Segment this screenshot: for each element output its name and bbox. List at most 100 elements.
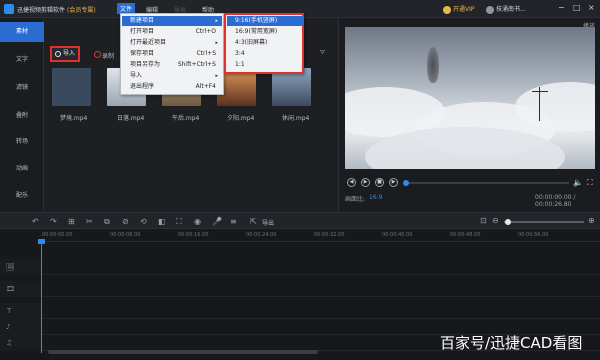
maximize-icon[interactable]: □ xyxy=(573,3,581,12)
zoom-in-icon[interactable]: ⊕ xyxy=(588,216,595,225)
power-tower xyxy=(539,87,540,121)
fit-timeline-icon[interactable]: ⊡ xyxy=(480,216,487,225)
watermark: 百家号/迅捷CAD看图 xyxy=(440,334,583,352)
media-thumbnail[interactable] xyxy=(52,68,91,106)
minimize-icon[interactable]: − xyxy=(558,3,565,12)
submenu-item-9-16[interactable]: 9:16(手机竖屏) xyxy=(227,16,303,26)
menu-item-label: 退出程序 xyxy=(130,83,155,90)
image-track-icon: 🖼 xyxy=(6,263,15,271)
sound-track-icon: ♫ xyxy=(6,339,13,347)
export-icon[interactable]: ⇱ xyxy=(250,217,257,226)
user-account[interactable]: 技涌南书... xyxy=(486,4,526,14)
menu-item-shortcut: Ctrl+S xyxy=(196,50,216,57)
track-header: ♪ xyxy=(0,319,42,335)
timeline-scrollbar[interactable] xyxy=(48,350,318,354)
settings-list-icon[interactable]: ≡ xyxy=(230,217,237,226)
record-screen-icon[interactable]: ◉ xyxy=(194,217,201,226)
submenu-item-1-1[interactable]: 1:1 xyxy=(227,60,303,70)
close-icon[interactable]: × xyxy=(588,3,595,12)
power-tower-arm xyxy=(532,91,548,92)
ruler-tick-label: 00:00:32.00 xyxy=(314,232,345,238)
menu-item-open-project[interactable]: 打开项目 Ctrl+O xyxy=(122,27,222,37)
text-track-icon: T xyxy=(7,307,12,315)
menu-item-label: 打开最近项目 xyxy=(130,39,167,46)
zoom-slider[interactable] xyxy=(504,221,584,223)
ruler-tick-label: 00:00:08.00 xyxy=(110,232,141,238)
sidebar-item-animation[interactable]: 动画 xyxy=(0,159,44,179)
rotate-icon[interactable]: ⟲ xyxy=(140,217,147,226)
submenu-arrow-icon: ▸ xyxy=(215,73,218,79)
copy-icon[interactable]: ⧉ xyxy=(104,217,110,227)
next-frame-button[interactable]: ▶ xyxy=(389,178,398,187)
sidebar-item-text[interactable]: 文字 xyxy=(0,50,44,70)
submenu-item-4-3[interactable]: 4:3(旧屏幕) xyxy=(227,38,303,48)
fit-icon[interactable]: ⛶ xyxy=(176,217,182,227)
scissors-icon[interactable]: ✂ xyxy=(86,217,93,226)
media-file-name: 休闲.mp4 xyxy=(282,115,310,122)
file-menu: 新建项目 ▸ 打开项目 Ctrl+O 打开最近项目 ▸ 保存项目 Ctrl+S 项目另存… xyxy=(120,13,224,95)
film-track-icon: 🎞 xyxy=(6,285,15,293)
delete-icon[interactable]: ⊘ xyxy=(122,217,129,226)
volume-icon[interactable]: 🔈 xyxy=(573,178,583,187)
media-file-name: 梦境.mp4 xyxy=(60,115,88,122)
submenu-item-3-4[interactable]: 3:4 xyxy=(227,49,303,59)
edit-toolbar: ↶ ↷ ⊞ ✂ ⧉ ⊘ ⟲ ◧ ⛶ ◉ 🎤 ≡ ⇱ 导出 ⊡ ⊖ ⊕ xyxy=(0,212,600,229)
ruler-tick-label: 00:00:48.00 xyxy=(450,232,481,238)
app-name: 迅捷视频剪辑软件 xyxy=(17,7,66,14)
sidebar-item-overlay[interactable]: 叠附 xyxy=(0,106,44,126)
ruler-tick-label: 00:00:24.00 xyxy=(246,232,277,238)
export-button[interactable]: 导出 xyxy=(262,218,274,227)
record-label[interactable]: 录制 xyxy=(102,51,114,60)
playback-progress-handle[interactable] xyxy=(403,180,409,186)
preview-video[interactable] xyxy=(345,27,595,169)
ruler-tick-label: 00:00:56.00 xyxy=(518,232,549,238)
aspect-ratio-value[interactable]: 16:9 xyxy=(369,194,382,201)
video-track[interactable]: 🎞 xyxy=(0,281,600,297)
playhead[interactable] xyxy=(41,241,42,353)
ruler-tick-label: 00:00:16.00 xyxy=(178,232,209,238)
submenu-arrow-icon: ▸ xyxy=(215,40,218,46)
timeline-ruler[interactable]: 00:00:00.00 00:00:08.00 00:00:16.00 00:0… xyxy=(42,229,600,242)
grid-icon[interactable]: ⊞ xyxy=(68,217,75,226)
submenu-item-16-9[interactable]: 16:9(常用宽屏) xyxy=(227,27,303,37)
menu-item-import[interactable]: 导入 ▸ xyxy=(122,71,222,81)
app-title: 迅捷视频剪辑软件 (会员专属) xyxy=(17,5,96,14)
menu-item-new-project[interactable]: 新建项目 ▸ xyxy=(122,16,222,26)
import-icon xyxy=(55,50,61,57)
fullscreen-icon[interactable]: ⛶ xyxy=(587,178,593,188)
sidebar-item-filter[interactable]: 滤镜 xyxy=(0,78,44,98)
preview-panel: 播放预览 ◀ ▶ ■ ▶ 🔈 ⛶ 画面比: 16:9 00:00:00.00 /… xyxy=(338,18,600,212)
avatar xyxy=(486,5,494,14)
menu-item-save-as[interactable]: 项目另存为 Shift+Ctrl+S xyxy=(122,60,222,70)
smoke-plume xyxy=(427,47,439,83)
sidebar-item-transition[interactable]: 转场 xyxy=(0,132,44,152)
import-button[interactable]: 导入 xyxy=(50,46,80,62)
redo-icon[interactable]: ↷ xyxy=(50,217,57,226)
sidebar-item-music[interactable]: 配乐 xyxy=(0,186,44,206)
zoom-slider-handle[interactable] xyxy=(505,219,511,225)
playback-progress-bar[interactable] xyxy=(405,182,569,184)
menu-item-recent-projects[interactable]: 打开最近项目 ▸ xyxy=(122,38,222,48)
menu-item-save-project[interactable]: 保存项目 Ctrl+S xyxy=(122,49,222,59)
sidebar: 素材 文字 滤镜 叠附 转场 动画 配乐 xyxy=(0,18,44,212)
crop-icon[interactable]: ◧ xyxy=(158,217,166,226)
menu-item-exit[interactable]: 退出程序 Alt+F4 xyxy=(122,82,222,92)
zoom-out-icon[interactable]: ⊖ xyxy=(492,216,499,225)
text-track[interactable]: T xyxy=(0,303,600,319)
member-badge: (会员专属) xyxy=(67,7,96,14)
sidebar-item-material[interactable]: 素材 xyxy=(0,22,44,42)
ruler-tick-label: 00:00:00.00 xyxy=(42,232,73,238)
vip-button[interactable]: 开通VIP xyxy=(443,4,475,14)
play-button[interactable]: ▶ xyxy=(361,178,370,187)
media-file-name: 夕阳.mp4 xyxy=(227,115,255,122)
prev-frame-button[interactable]: ◀ xyxy=(347,178,356,187)
ruler-tick-label: 00:00:40.00 xyxy=(382,232,413,238)
video-track[interactable]: 🖼 xyxy=(0,259,600,275)
undo-icon[interactable]: ↶ xyxy=(32,217,39,226)
menu-item-shortcut: Alt+F4 xyxy=(195,83,216,90)
filter-icon[interactable]: ⛛ xyxy=(320,49,325,57)
track-header: ♫ xyxy=(0,335,42,351)
stop-button[interactable]: ■ xyxy=(375,178,384,187)
microphone-icon[interactable]: 🎤 xyxy=(212,217,222,226)
record-icon[interactable] xyxy=(94,51,101,58)
